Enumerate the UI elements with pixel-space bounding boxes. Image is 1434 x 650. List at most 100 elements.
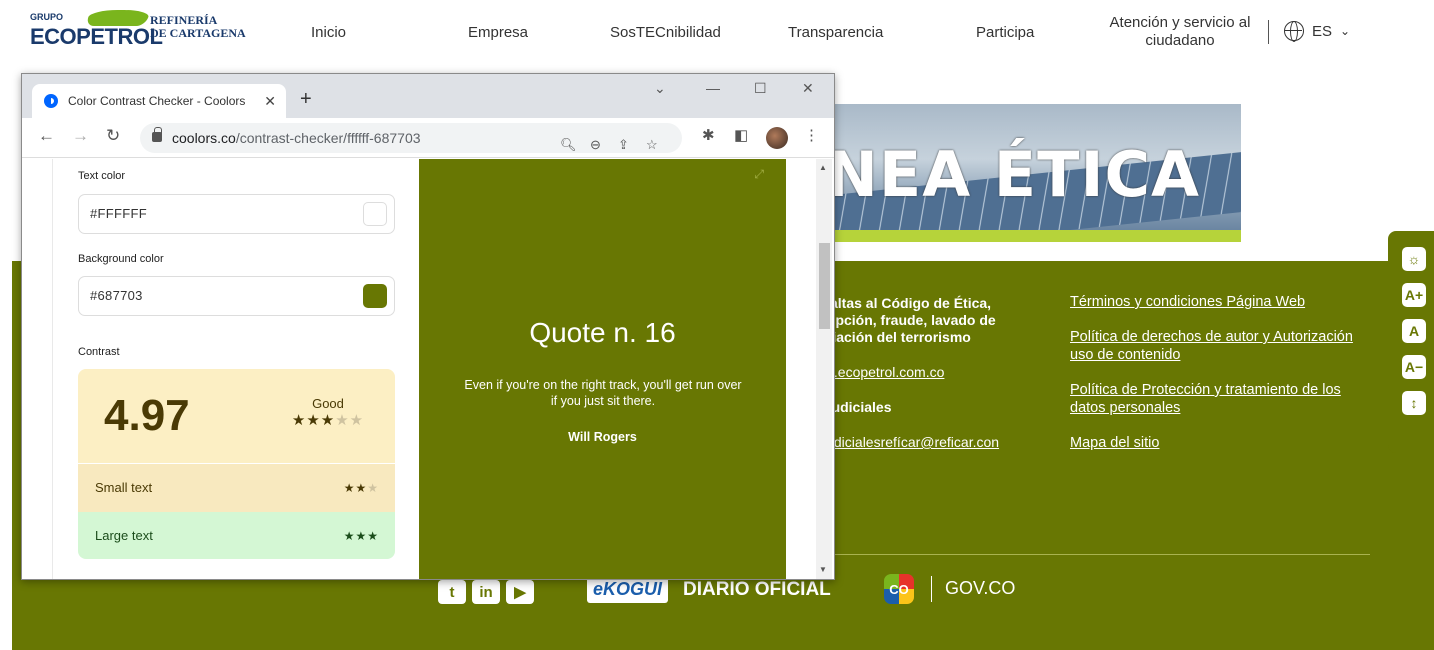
linea-etica-banner[interactable]: NEA ÉTICA <box>786 104 1241 242</box>
contrast-ratio: 4.97 <box>104 391 190 440</box>
scrollbar-thumb[interactable] <box>819 243 830 329</box>
youtube-icon[interactable]: ▶ <box>506 580 534 604</box>
small-text-label: Small text <box>95 480 153 495</box>
large-text-stars-icon: ★★★ <box>343 529 379 543</box>
background-color-value: #687703 <box>90 288 143 303</box>
browser-toolbar: ← → ↻ coolors.co/contrast-checker/ffffff… <box>22 118 834 158</box>
footer-link-proteccion-datos[interactable]: Política de Protección y tratamiento de … <box>1070 381 1360 417</box>
text-color-input[interactable]: #FFFFFF <box>78 194 395 234</box>
quote-title: Quote n. 16 <box>529 317 676 348</box>
text-color-label: Text color <box>78 170 126 182</box>
nav-atencion-ciudadano[interactable]: Atención y servicio al ciudadano <box>1100 14 1260 50</box>
contrast-controls-panel: Text color #FFFFFF Background color #687… <box>52 159 419 579</box>
quote-author: Will Rogers <box>568 430 637 444</box>
accessibility-panel: ☼ A+ A A− ↕ <box>1388 231 1434 453</box>
footer-ethics-text-2: rrupción, fraude, lavado de <box>816 312 996 328</box>
linkedin-icon[interactable]: in <box>472 580 500 604</box>
footer-contact-column: r faltas al Código de Ética, rrupción, f… <box>816 295 1046 451</box>
nav-sostecnibilidad[interactable]: SosTECnibilidad <box>610 24 721 41</box>
line-spacing-button[interactable]: ↕ <box>1402 391 1426 415</box>
contrast-result-card: 4.97 Good ★★★★★ Small text ★★★ Large tex… <box>78 369 395 559</box>
contrast-rating: Good ★★★★★ <box>288 396 368 429</box>
footer-judicial-email-link[interactable]: sjudicialesrefícar@reficar.con <box>816 434 1046 451</box>
tab-title: Color Contrast Checker - Coolors <box>68 94 246 108</box>
reload-icon[interactable]: ↻ <box>106 126 120 146</box>
footer-ethics-text-1: r faltas al Código de Ética, <box>816 295 992 311</box>
contrast-score: 4.97 Good ★★★★★ <box>78 369 395 463</box>
banner-title: NEA ÉTICA <box>826 138 1201 211</box>
address-bar[interactable]: coolors.co/contrast-checker/ffffff-68770… <box>140 123 682 153</box>
minimize-button[interactable]: — <box>706 80 720 96</box>
font-reset-button[interactable]: A <box>1402 319 1426 343</box>
page-scrollbar[interactable]: ▲ ▼ <box>786 159 834 579</box>
social-links: t in ▶ <box>438 580 534 604</box>
more-menu-icon[interactable]: ⋮ <box>804 126 819 144</box>
nav-transparencia[interactable]: Transparencia <box>788 24 883 41</box>
footer-link-terminos[interactable]: Términos y condiciones Página Web <box>1070 293 1360 311</box>
scrollbar-track[interactable] <box>816 159 832 579</box>
contrast-label: Contrast <box>78 346 120 358</box>
footer-link-mapa-sitio[interactable]: Mapa del sitio <box>1070 434 1360 452</box>
side-panel-icon[interactable]: ◧ <box>734 126 748 144</box>
quote-text: Even if you're on the right track, you'l… <box>464 378 742 408</box>
text-color-swatch[interactable] <box>363 202 387 226</box>
footer-divider <box>790 554 1370 555</box>
coolors-favicon-icon <box>44 94 58 108</box>
expand-icon[interactable]: ⤢ <box>754 167 764 182</box>
search-icon[interactable]: 🔍︎ <box>560 130 577 160</box>
background-color-label: Background color <box>78 253 164 265</box>
background-color-swatch[interactable] <box>363 284 387 308</box>
footer-judicial-heading: s judiciales <box>816 399 892 415</box>
rating-label: Good <box>312 396 344 411</box>
logo-ecopetrol: ECOPETROL <box>30 24 163 49</box>
forward-icon[interactable]: → <box>72 126 89 146</box>
font-increase-button[interactable]: A+ <box>1402 283 1426 307</box>
new-tab-button[interactable]: + <box>300 88 312 111</box>
close-window-button[interactable]: ✕ <box>802 80 814 97</box>
large-text-row: Large text ★★★ <box>78 512 395 559</box>
language-selector[interactable]: ES ⌄ <box>1284 21 1351 42</box>
scroll-down-icon[interactable]: ▼ <box>819 565 827 574</box>
diario-oficial-link[interactable]: DIARIO OFICIAL <box>683 579 831 601</box>
twitter-icon[interactable]: t <box>438 580 466 604</box>
large-text-label: Large text <box>95 528 153 543</box>
back-icon[interactable]: ← <box>38 126 55 146</box>
ekogui-logo[interactable]: eKOGUI <box>587 577 669 603</box>
maximize-button[interactable]: ☐ <box>754 80 767 97</box>
contrast-toggle-icon[interactable]: ☼ <box>1402 247 1426 271</box>
language-label: ES <box>1312 22 1333 40</box>
bookmark-star-icon[interactable]: ☆ <box>646 130 658 160</box>
text-color-value: #FFFFFF <box>90 206 147 221</box>
small-text-stars-icon: ★★★ <box>343 481 379 495</box>
profile-avatar[interactable] <box>766 127 788 149</box>
small-text-row: Small text ★★★ <box>78 464 395 512</box>
divider <box>931 576 932 602</box>
zoom-icon[interactable]: ⊖ <box>590 130 601 160</box>
nav-participa[interactable]: Participa <box>976 24 1034 41</box>
scroll-up-icon[interactable]: ▲ <box>819 163 827 172</box>
chevron-down-icon: ⌄ <box>1340 24 1351 38</box>
logo-grupo: GRUPO <box>30 12 64 22</box>
background-color-input[interactable]: #687703 <box>78 276 395 316</box>
colombia-co-logo[interactable]: CO <box>884 574 914 604</box>
url-host: coolors.co <box>172 130 236 146</box>
share-icon[interactable]: ⇪ <box>618 130 629 160</box>
divider <box>1268 20 1269 44</box>
footer-link-derechos-autor[interactable]: Política de derechos de autor y Autoriza… <box>1070 328 1360 364</box>
site-header: GRUPO ECOPETROL REFINERÍA DE CARTAGENA I… <box>0 0 1434 72</box>
extensions-puzzle-icon[interactable]: ✱ <box>702 126 715 144</box>
ecopetrol-logo[interactable]: GRUPO ECOPETROL REFINERÍA DE CARTAGENA <box>30 10 250 50</box>
nav-inicio[interactable]: Inicio <box>311 24 346 41</box>
contrast-preview-panel: ⤢ Quote n. 16 Even if you're on the righ… <box>419 159 786 579</box>
font-decrease-button[interactable]: A− <box>1402 355 1426 379</box>
lock-icon <box>152 127 162 142</box>
close-tab-icon[interactable]: ✕ <box>264 93 276 110</box>
nav-empresa[interactable]: Empresa <box>468 24 528 41</box>
govco-link[interactable]: GOV.CO <box>945 578 1015 599</box>
rating-stars-icon: ★★★★★ <box>291 412 365 429</box>
tab-search-icon[interactable]: ⌄ <box>654 80 666 97</box>
tab-strip: Color Contrast Checker - Coolors ✕ + ⌄ —… <box>22 74 834 118</box>
footer-ethics-email-link[interactable]: ica.ecopetrol.com.co <box>816 364 1046 381</box>
coolors-page: Text color #FFFFFF Background color #687… <box>22 159 834 579</box>
tab-contrast-checker[interactable]: Color Contrast Checker - Coolors ✕ <box>32 84 286 118</box>
